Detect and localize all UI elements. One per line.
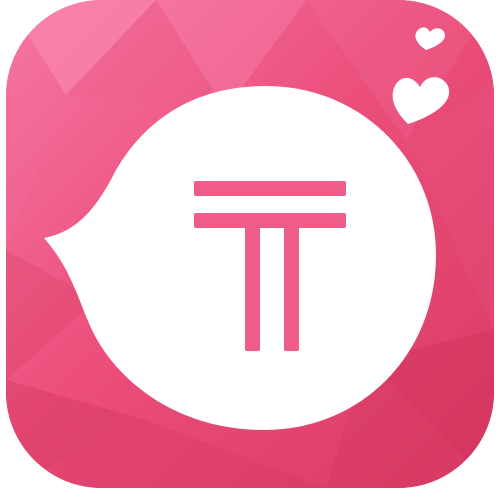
app-icon[interactable] bbox=[6, 0, 494, 488]
glyph-stem-right bbox=[284, 213, 299, 351]
glyph-stem-left bbox=[245, 213, 260, 351]
app-icon-graphic bbox=[6, 0, 494, 488]
icon-canvas bbox=[0, 0, 500, 500]
glyph-bar-top bbox=[194, 181, 346, 196]
glyph-bar-middle bbox=[194, 213, 346, 228]
